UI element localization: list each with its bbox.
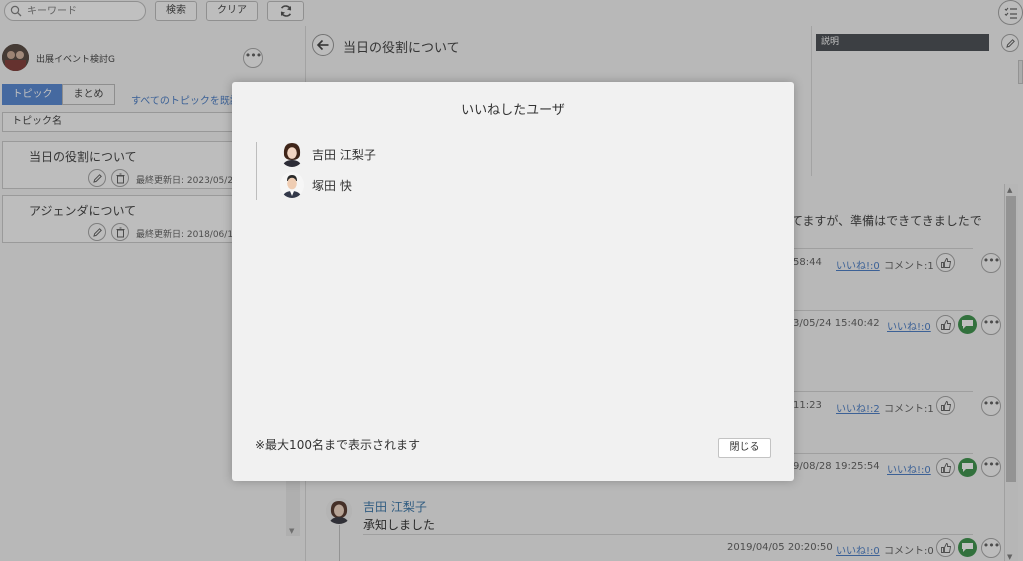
avatar: [280, 141, 304, 167]
list-divider: [256, 142, 257, 200]
dialog-note: ※最大100名まで表示されます: [255, 438, 420, 452]
liked-users-dialog: いいねしたユーザ 吉田 江梨子 塚田 快 ※最大100名まで表示されます 閉じる: [232, 82, 794, 481]
avatar: [280, 172, 304, 198]
dialog-title: いいねしたユーザ: [461, 103, 565, 118]
liked-user-name: 塚田 快: [312, 179, 352, 193]
close-button[interactable]: 閉じる: [718, 438, 771, 458]
liked-user-name: 吉田 江梨子: [312, 148, 376, 162]
